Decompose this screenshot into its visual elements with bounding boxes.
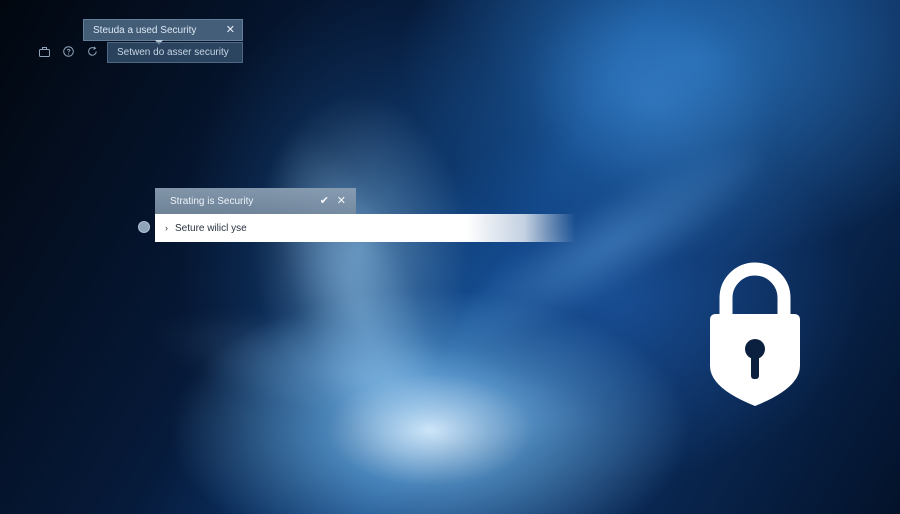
check-icon[interactable]: ✔ bbox=[320, 194, 329, 207]
option-label: Seture wilicl yse bbox=[175, 222, 247, 234]
desktop-background: Steuda a used Security ✕ Setwen do asser… bbox=[0, 0, 900, 514]
refresh-icon[interactable] bbox=[86, 45, 99, 58]
padlock-icon bbox=[710, 262, 800, 406]
help-icon[interactable] bbox=[62, 45, 75, 58]
radio-button[interactable] bbox=[138, 221, 150, 233]
dialog-header: Strating is Security ✔ ✕ bbox=[155, 188, 356, 214]
light-streak bbox=[144, 283, 616, 477]
tooltip-title: Steuda a used Security bbox=[93, 24, 197, 36]
close-icon[interactable]: ✕ bbox=[337, 194, 346, 207]
chevron-right-icon: › bbox=[165, 223, 168, 233]
light-streak bbox=[489, 0, 811, 246]
briefcase-icon[interactable] bbox=[38, 45, 51, 58]
dialog-title: Strating is Security bbox=[170, 195, 254, 207]
dialog-option-row[interactable]: › Seture wilicl yse bbox=[155, 214, 575, 242]
security-tooltip: Steuda a used Security ✕ bbox=[83, 19, 243, 41]
toolbar-icons bbox=[38, 45, 99, 58]
tooltip-subtitle: Setwen do asser security bbox=[117, 47, 229, 58]
close-icon[interactable]: ✕ bbox=[226, 23, 235, 36]
light-streak bbox=[238, 110, 482, 510]
tooltip-subtitle-box: Setwen do asser security bbox=[107, 42, 243, 63]
